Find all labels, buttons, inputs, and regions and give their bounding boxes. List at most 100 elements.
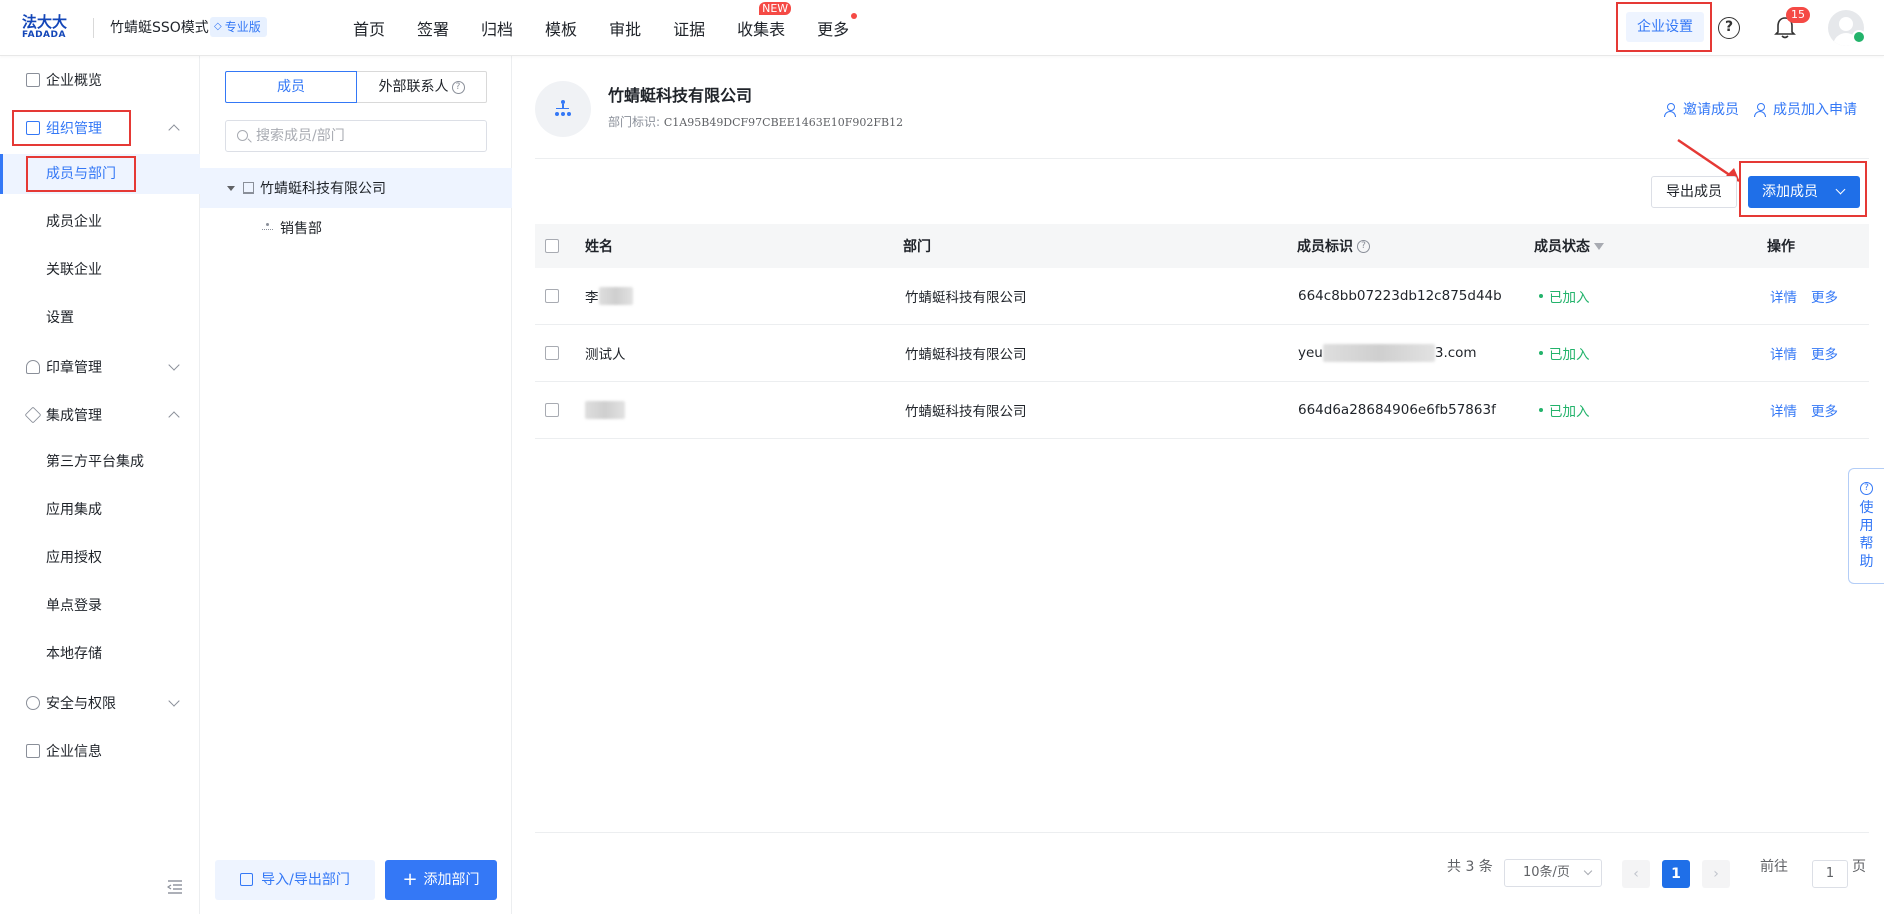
row-checkbox[interactable] (545, 346, 559, 360)
detail-link[interactable]: 详情 (1770, 400, 1797, 420)
sidebar-item-seal-management[interactable]: 印章管理 (0, 347, 200, 387)
row-actions: 详情 更多 (1770, 325, 1852, 381)
member-id-prefix: yeu (1298, 345, 1323, 361)
sidebar-item-third-party-integration[interactable]: 第三方平台集成 (0, 442, 200, 482)
fadada-logo[interactable]: 法大大 FADADA (22, 14, 74, 42)
sidebar-item-security-permissions[interactable]: 安全与权限 (0, 683, 200, 723)
sidebar-item-member-enterprises[interactable]: 成员企业 (0, 202, 200, 242)
page-size-value: 10条/页 (1523, 865, 1570, 880)
goto-page-input[interactable]: 1 (1812, 860, 1848, 888)
nav-home[interactable]: 首页 (353, 16, 385, 40)
sidebar-item-enterprise-info[interactable]: 企业信息 (0, 731, 200, 771)
question-icon[interactable]: ? (1357, 239, 1370, 253)
prev-page-button[interactable]: ‹ (1622, 860, 1650, 888)
detail-link[interactable]: 详情 (1770, 286, 1797, 306)
sidebar-item-sso[interactable]: 单点登录 (0, 586, 200, 626)
tree-node-sales[interactable]: 销售部 (200, 208, 512, 248)
member-status-text: 已加入 (1549, 347, 1590, 363)
highlight-members-departments (26, 156, 136, 192)
org-name[interactable]: 竹蜻蜓SSO模式 (110, 17, 209, 37)
main-nav: 首页 签署 归档 模板 审批 证据 收集表 NEW 更多 (353, 0, 881, 56)
import-export-departments-button[interactable]: 导入/导出部门 (215, 860, 375, 900)
enterprise-settings-button[interactable]: 企业设置 (1626, 12, 1704, 42)
column-header-actions: 操作 (1767, 239, 1795, 255)
nav-more-label: 更多 (817, 20, 850, 39)
more-link[interactable]: 更多 (1811, 343, 1838, 363)
row-checkbox[interactable] (545, 403, 559, 417)
column-header-department: 部门 (903, 239, 931, 255)
column-header-status: 成员状态 (1534, 224, 1604, 268)
export-members-button[interactable]: 导出成员 (1651, 176, 1737, 208)
brand-divider (93, 18, 94, 38)
member-department: 竹蜻蜓科技有限公司 (905, 290, 1027, 306)
sidebar-item-overview[interactable]: 企业概览 (0, 60, 200, 100)
add-department-label: 添加部门 (423, 872, 480, 888)
sidebar-item-integration-management[interactable]: 集成管理 (0, 395, 200, 435)
member-status-text: 已加入 (1549, 404, 1590, 420)
tree-node-root[interactable]: 竹蜻蜓科技有限公司 (200, 168, 512, 208)
sidebar-item-app-authorization[interactable]: 应用授权 (0, 538, 200, 578)
join-request-link[interactable]: 成员加入申请 (1754, 99, 1857, 119)
nav-evidence[interactable]: 证据 (673, 16, 705, 40)
nav-collection-form[interactable]: 收集表 NEW (737, 2, 792, 40)
caret-down-icon[interactable] (227, 185, 235, 191)
nav-sign[interactable]: 签署 (417, 16, 449, 40)
select-all-checkbox[interactable] (545, 239, 559, 253)
nav-archive[interactable]: 归档 (481, 16, 513, 40)
active-indicator (0, 154, 3, 194)
sidebar-item-label: 企业信息 (46, 744, 102, 760)
tab-members[interactable]: 成员 (225, 71, 357, 103)
add-member-button[interactable]: 添加成员 (1748, 176, 1860, 208)
next-page-button[interactable]: › (1702, 860, 1730, 888)
department-tree-panel: 成员 外部联系人? 竹蜻蜓科技有限公司 销售部 导入/导出部门 + 添加部门 (200, 56, 512, 914)
nav-more[interactable]: 更多 (817, 13, 858, 40)
status-dot (1539, 294, 1543, 298)
top-navigation-bar: 法大大 FADADA 竹蜻蜓SSO模式 ◇ 专业版 首页 签署 归档 模板 审批… (0, 0, 1884, 56)
search-input[interactable] (256, 121, 482, 151)
row-actions: 详情 更多 (1770, 268, 1852, 324)
page-number-current[interactable]: 1 (1662, 860, 1690, 888)
chevron-down-icon (1835, 184, 1846, 195)
join-request-person-icon (1754, 102, 1767, 117)
chevron-up-icon (168, 411, 180, 423)
security-icon (26, 696, 40, 710)
header-divider (535, 158, 1869, 159)
nav-template[interactable]: 模板 (545, 16, 577, 40)
question-icon[interactable]: ? (451, 80, 465, 94)
more-link[interactable]: 更多 (1811, 286, 1838, 306)
sidebar-item-label: 集成管理 (46, 408, 102, 424)
sidebar-item-settings[interactable]: 设置 (0, 298, 200, 338)
sidebar-item-app-integration[interactable]: 应用集成 (0, 490, 200, 530)
detail-link[interactable]: 详情 (1770, 343, 1797, 363)
member-status: 已加入 (1539, 325, 1590, 381)
filter-icon[interactable] (1594, 242, 1604, 250)
tab-external-contacts[interactable]: 外部联系人? (357, 71, 487, 103)
department-id-value: C1A95B49DCF97CBEE1463E10F902FB12 (663, 116, 904, 129)
member-status: 已加入 (1539, 382, 1590, 438)
goto-label: 前往 (1760, 859, 1788, 875)
add-department-button[interactable]: + 添加部门 (385, 860, 497, 900)
member-department: 竹蜻蜓科技有限公司 (905, 404, 1027, 420)
column-header-member-id: 成员标识? (1297, 224, 1370, 268)
member-status: 已加入 (1539, 268, 1590, 324)
add-member-label: 添加成员 (1762, 184, 1818, 200)
invite-person-icon (1664, 102, 1677, 117)
member-id: yeu 3.com (1298, 325, 1477, 381)
diamond-icon: ◇ (214, 21, 222, 32)
logo-text: 法大大 (22, 13, 68, 31)
help-icon[interactable]: ? (1718, 17, 1740, 39)
department-id-label: 部门标识: (608, 115, 661, 129)
more-link[interactable]: 更多 (1811, 400, 1838, 420)
sidebar-item-local-storage[interactable]: 本地存储 (0, 634, 200, 674)
redacted-text (598, 287, 633, 305)
invite-member-link[interactable]: 邀请成员 (1664, 99, 1739, 119)
help-tab[interactable]: ? 使用帮助 (1848, 468, 1884, 584)
select-all-checkbox-cell (545, 224, 559, 268)
nav-approval[interactable]: 审批 (609, 16, 641, 40)
member-name-text: 李 (585, 290, 599, 306)
sidebar-item-related-enterprises[interactable]: 关联企业 (0, 250, 200, 290)
page-size-select[interactable]: 10条/页 (1504, 859, 1602, 887)
collapse-sidebar-icon[interactable] (167, 880, 183, 894)
row-checkbox[interactable] (545, 289, 559, 303)
member-name: 李 (585, 268, 633, 324)
